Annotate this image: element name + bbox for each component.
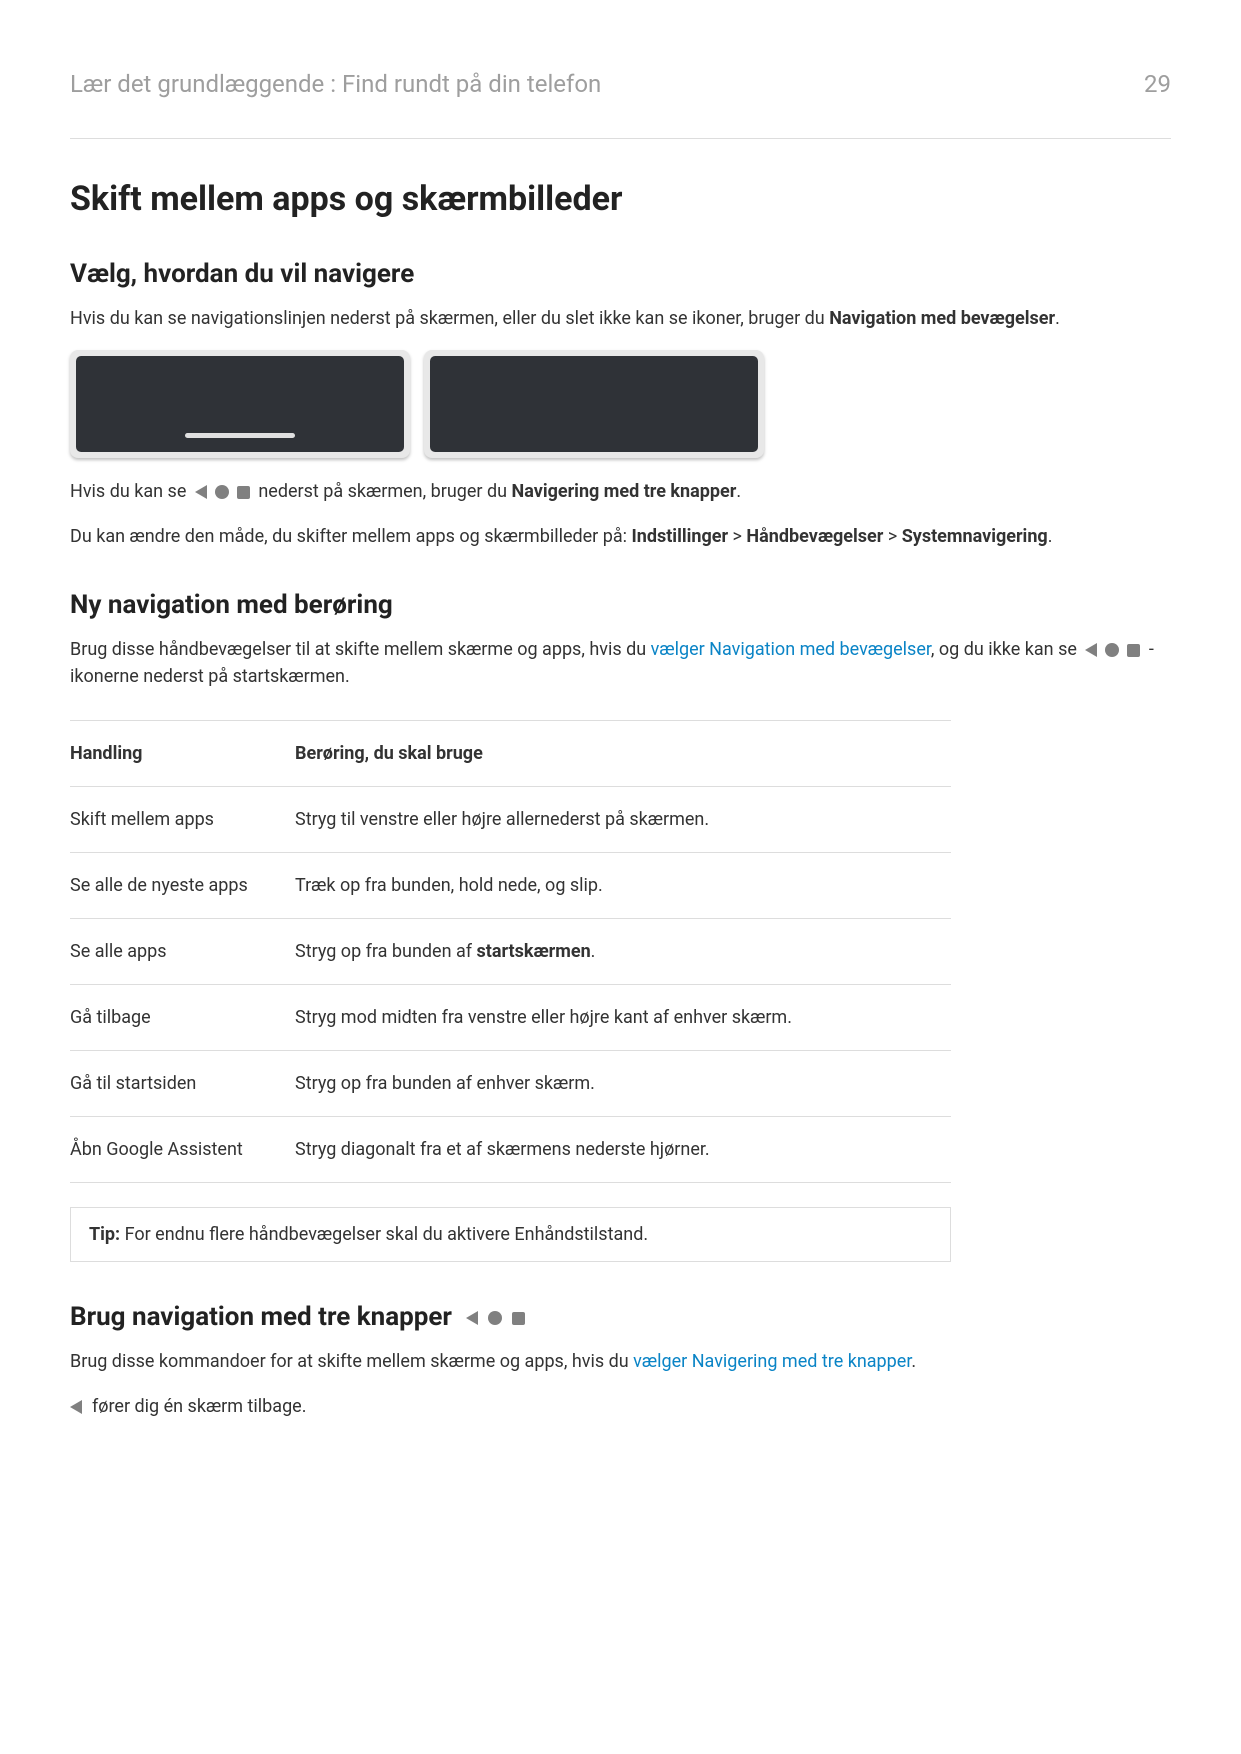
text: Du kan ændre den måde, du skifter mellem… xyxy=(70,526,631,547)
cell-touch: Stryg op fra bunden af startskærmen. xyxy=(295,919,951,985)
phone-mockups xyxy=(70,350,1171,458)
three-button-nav-icons xyxy=(466,1311,525,1325)
paragraph-gesture-nav-intro: Hvis du kan se navigationslinjen nederst… xyxy=(70,305,1171,332)
text: Brug disse håndbevægelser til at skifte … xyxy=(70,639,651,660)
back-description: fører dig én skærm tilbage. xyxy=(70,1393,1171,1420)
phone-screen xyxy=(430,356,758,452)
link-choose-three-button[interactable]: vælger Navigering med tre knapper xyxy=(633,1351,911,1372)
text: > xyxy=(728,526,746,547)
cell-touch: Træk op fra bunden, hold nede, og slip. xyxy=(295,853,951,919)
text: , og du ikke kan se xyxy=(931,639,1081,660)
recent-square-icon xyxy=(237,486,250,499)
text: Brug disse kommandoer for at skifte mell… xyxy=(70,1351,633,1372)
section-heading-touch-nav: Ny navigation med berøring xyxy=(70,590,1171,620)
three-button-nav-icons xyxy=(195,485,250,499)
cell-action: Se alle de nyeste apps xyxy=(70,853,295,919)
page-title: Skift mellem apps og skærmbilleder xyxy=(70,179,1171,219)
cell-touch: Stryg mod midten fra venstre eller højre… xyxy=(295,985,951,1051)
tip-box: Tip: For endnu flere håndbevægelser skal… xyxy=(70,1207,951,1262)
cell-touch: Stryg op fra bunden af enhver skærm. xyxy=(295,1051,951,1117)
table-row: Se alle apps Stryg op fra bunden af star… xyxy=(70,919,951,985)
tip-text: For endnu flere håndbevægelser skal du a… xyxy=(120,1224,648,1245)
phone-mock-gesture xyxy=(70,350,410,458)
table-row: Åbn Google Assistent Stryg diagonalt fra… xyxy=(70,1117,951,1183)
cell-action: Skift mellem apps xyxy=(70,787,295,853)
breadcrumb: Lær det grundlæggende : Find rundt på di… xyxy=(70,70,601,98)
text-bold: Navigering med tre knapper xyxy=(512,481,737,502)
back-triangle-icon xyxy=(1085,643,1097,657)
text: . xyxy=(911,1351,916,1372)
cell-touch: Stryg diagonalt fra et af skærmens neder… xyxy=(295,1117,951,1183)
table-row: Skift mellem apps Stryg til venstre elle… xyxy=(70,787,951,853)
page-header: Lær det grundlæggende : Find rundt på di… xyxy=(70,70,1171,139)
sysnav-label: Systemnavigering xyxy=(902,526,1048,547)
text: . xyxy=(591,941,596,962)
paragraph-touch-nav-intro: Brug disse håndbevægelser til at skifte … xyxy=(70,636,1171,690)
phone-mock-empty xyxy=(424,350,764,458)
text: . xyxy=(1048,526,1053,547)
table-header-touch: Berøring, du skal bruge xyxy=(295,721,951,787)
text: > xyxy=(883,526,901,547)
text-bold: startskærmen xyxy=(477,941,591,962)
text: Stryg op fra bunden af xyxy=(295,941,477,962)
paragraph-three-button-intro: Hvis du kan se nederst på skærmen, bruge… xyxy=(70,478,1171,505)
table-row: Gå tilbage Stryg mod midten fra venstre … xyxy=(70,985,951,1051)
gesture-table: Handling Berøring, du skal bruge Skift m… xyxy=(70,720,951,1183)
recent-square-icon xyxy=(512,1312,525,1325)
settings-label: Indstillinger xyxy=(631,526,728,547)
section-heading-choose-nav: Vælg, hvordan du vil navigere xyxy=(70,259,1171,289)
paragraph-three-button-intro: Brug disse kommandoer for at skifte mell… xyxy=(70,1348,1171,1375)
text: Hvis du kan se navigationslinjen nederst… xyxy=(70,308,829,329)
gesture-bar-icon xyxy=(185,433,295,438)
text: . xyxy=(1055,308,1060,329)
link-choose-gesture-nav[interactable]: vælger Navigation med bevægelser xyxy=(651,639,931,660)
paragraph-change-nav: Du kan ændre den måde, du skifter mellem… xyxy=(70,523,1171,550)
back-triangle-icon xyxy=(70,1400,82,1414)
cell-action: Se alle apps xyxy=(70,919,295,985)
heading-text: Brug navigation med tre knapper xyxy=(70,1302,452,1332)
table-header-action: Handling xyxy=(70,721,295,787)
page-number: 29 xyxy=(1144,70,1171,98)
gestures-label: Håndbevægelser xyxy=(746,526,883,547)
text: . xyxy=(736,481,741,502)
three-button-nav-icons xyxy=(1085,643,1140,657)
text: nederst på skærmen, bruger du xyxy=(258,481,511,502)
text-bold: Navigation med bevægelser xyxy=(829,308,1055,329)
section-heading-three-button: Brug navigation med tre knapper xyxy=(70,1302,1171,1332)
text: Hvis du kan se xyxy=(70,481,191,502)
back-triangle-icon xyxy=(195,485,207,499)
home-circle-icon xyxy=(1105,643,1119,657)
tip-label: Tip: xyxy=(89,1224,120,1245)
cell-action: Gå til startsiden xyxy=(70,1051,295,1117)
phone-screen xyxy=(76,356,404,452)
back-triangle-icon xyxy=(466,1311,478,1325)
cell-action: Gå tilbage xyxy=(70,985,295,1051)
cell-action: Åbn Google Assistent xyxy=(70,1117,295,1183)
cell-touch: Stryg til venstre eller højre allerneder… xyxy=(295,787,951,853)
home-circle-icon xyxy=(488,1311,502,1325)
home-circle-icon xyxy=(215,485,229,499)
table-row: Gå til startsiden Stryg op fra bunden af… xyxy=(70,1051,951,1117)
recent-square-icon xyxy=(1127,644,1140,657)
table-row: Se alle de nyeste apps Træk op fra bunde… xyxy=(70,853,951,919)
text: fører dig én skærm tilbage. xyxy=(92,1393,306,1420)
